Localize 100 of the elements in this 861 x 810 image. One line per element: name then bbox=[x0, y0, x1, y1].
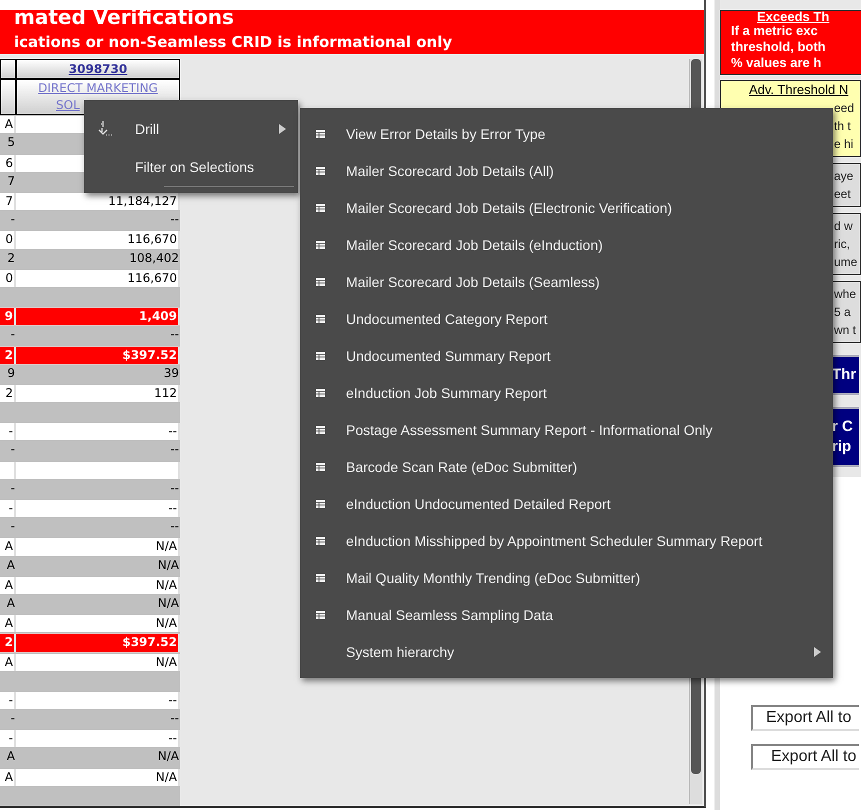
legend-text: eed bbox=[833, 100, 856, 117]
legend-text: e hi bbox=[833, 136, 854, 153]
legend-text: If a metric exc bbox=[731, 23, 819, 39]
table-cell-text: -- bbox=[169, 710, 180, 728]
table-cell: A bbox=[0, 576, 16, 594]
table-cell-text: 39 bbox=[162, 364, 180, 382]
menu-item[interactable]: Postage Assessment Summary Report - Informational Only bbox=[300, 411, 833, 448]
table-icon bbox=[316, 610, 325, 618]
table-cell-text: -- bbox=[169, 518, 180, 536]
table-icon bbox=[316, 314, 325, 322]
table-cell: A bbox=[0, 768, 16, 786]
table-icon bbox=[316, 462, 325, 470]
menu-item[interactable]: Barcode Scan Rate (eDoc Submitter) bbox=[300, 448, 833, 485]
report-subtitle: ications or non-Seamless CRID is informational only bbox=[14, 32, 454, 53]
menu-item[interactable]: Undocumented Summary Report bbox=[300, 337, 833, 374]
table-cell: 1,409 bbox=[16, 308, 180, 326]
menu-item[interactable]: Mail Quality Monthly Trending (eDoc Submitter) bbox=[300, 559, 833, 596]
table-cell: 116,670 bbox=[16, 231, 180, 249]
menu-item[interactable]: Mailer Scorecard Job Details (eInduction) bbox=[300, 226, 833, 263]
table-cell-text: N/A bbox=[156, 556, 180, 574]
drill-down-icon bbox=[96, 121, 112, 137]
table-cell: - bbox=[0, 423, 16, 440]
submenu-arrow-icon bbox=[279, 124, 286, 134]
table-cell: N/A bbox=[16, 654, 180, 671]
customer-name-link[interactable]: DIRECT MARKETING bbox=[38, 80, 158, 98]
legend-heading: Adv. Threshold N bbox=[749, 81, 850, 99]
menu-item[interactable]: eInduction Misshipped by Appointment Scheduler Summary Report bbox=[300, 522, 833, 559]
table-icon bbox=[316, 204, 325, 212]
note-text: 5 a bbox=[833, 304, 852, 321]
table-cell-text: A bbox=[6, 594, 16, 612]
table-cell-text: - bbox=[10, 518, 16, 536]
legend-text: % values are h bbox=[731, 55, 822, 71]
table-icon bbox=[316, 278, 325, 286]
table-cell: A bbox=[0, 538, 16, 556]
table-cell-text: -- bbox=[169, 211, 180, 228]
table-cell: A bbox=[0, 654, 16, 671]
table-cell: 9 bbox=[0, 308, 16, 326]
table-cell: - bbox=[0, 692, 16, 710]
table-icon bbox=[316, 166, 325, 174]
menu-item[interactable]: System hierarchy bbox=[300, 633, 833, 670]
table-cell-text: - bbox=[10, 441, 16, 458]
menu-item[interactable]: View Error Details by Error Type bbox=[300, 115, 833, 152]
menu-item[interactable]: Manual Seamless Sampling Data bbox=[300, 596, 833, 633]
navigation-button[interactable]: r C rip bbox=[831, 407, 859, 467]
legend-text: th t bbox=[833, 118, 852, 135]
note-text: wn t bbox=[833, 322, 858, 339]
submenu-arrow-icon bbox=[814, 647, 821, 657]
table-cell: 7 bbox=[0, 193, 16, 210]
table-icon bbox=[316, 426, 325, 434]
table-cell-text: - bbox=[10, 480, 16, 497]
table-cell-text: 2 bbox=[6, 250, 16, 267]
menu-item[interactable]: Mailer Scorecard Job Details (All) bbox=[300, 152, 833, 189]
legend-text: threshold, both bbox=[731, 39, 827, 55]
table-cell: -- bbox=[16, 692, 180, 710]
table-cell-text: - bbox=[10, 326, 16, 344]
table-cell-text: -- bbox=[169, 326, 180, 344]
table-cell-text: A bbox=[6, 556, 16, 574]
table-icon bbox=[316, 500, 325, 508]
note-text: aye bbox=[833, 168, 854, 185]
table-cell: N/A bbox=[16, 538, 180, 556]
menu-item[interactable]: Drill bbox=[84, 110, 298, 148]
menu-item[interactable]: Mailer Scorecard Job Details (Electronic Verification) bbox=[300, 189, 833, 226]
export-button[interactable]: Export All to bbox=[751, 705, 859, 731]
table-cell: $397.52 bbox=[16, 634, 180, 652]
table-cell: N/A bbox=[16, 615, 180, 632]
table-cell-text: N/A bbox=[156, 594, 180, 612]
customer-id-link[interactable]: 3098730 bbox=[17, 60, 179, 78]
table-icon bbox=[316, 240, 325, 248]
table-cell-text: 9 bbox=[6, 364, 16, 382]
note-text: ume bbox=[833, 254, 858, 271]
table-cell-text: - bbox=[10, 710, 16, 728]
table-cell: 11,184,127 bbox=[16, 193, 180, 210]
table-cell: 6 bbox=[0, 154, 16, 172]
table-cell: 112 bbox=[16, 384, 180, 402]
table-cell: 2 bbox=[0, 384, 16, 402]
menu-item[interactable]: Mailer Scorecard Job Details (Seamless) bbox=[300, 263, 833, 300]
report-title: mated Verifications bbox=[14, 6, 235, 25]
menu-item[interactable]: eInduction Job Summary Report bbox=[300, 374, 833, 411]
table-cell-text: - bbox=[10, 211, 16, 228]
legend-heading: Exceeds Th bbox=[757, 11, 830, 23]
table-icon bbox=[316, 574, 325, 582]
table-cell-text: 5 bbox=[6, 134, 16, 152]
table-cell: - bbox=[0, 500, 16, 518]
table-cell: N/A bbox=[16, 768, 180, 786]
table-cell: 116,670 bbox=[16, 270, 180, 287]
menu-item[interactable]: Filter on Selections bbox=[84, 148, 298, 186]
table-cell-text: A bbox=[6, 748, 16, 766]
table-cell: $397.52 bbox=[16, 346, 180, 364]
navigation-button[interactable]: Thr bbox=[831, 355, 859, 395]
table-icon bbox=[316, 130, 325, 138]
table-cell: -- bbox=[16, 423, 180, 440]
menu-item[interactable]: Undocumented Category Report bbox=[300, 300, 833, 337]
table-cell: 2 bbox=[0, 634, 16, 652]
table-cell: -- bbox=[16, 500, 180, 518]
table-cell-text: -- bbox=[169, 480, 180, 497]
export-button[interactable]: Export All to bbox=[751, 744, 859, 770]
table-cell: - bbox=[0, 730, 16, 748]
table-cell: 0 bbox=[0, 270, 16, 287]
menu-item[interactable]: eInduction Undocumented Detailed Report bbox=[300, 485, 833, 522]
table-cell-text: 108,402 bbox=[128, 250, 180, 267]
